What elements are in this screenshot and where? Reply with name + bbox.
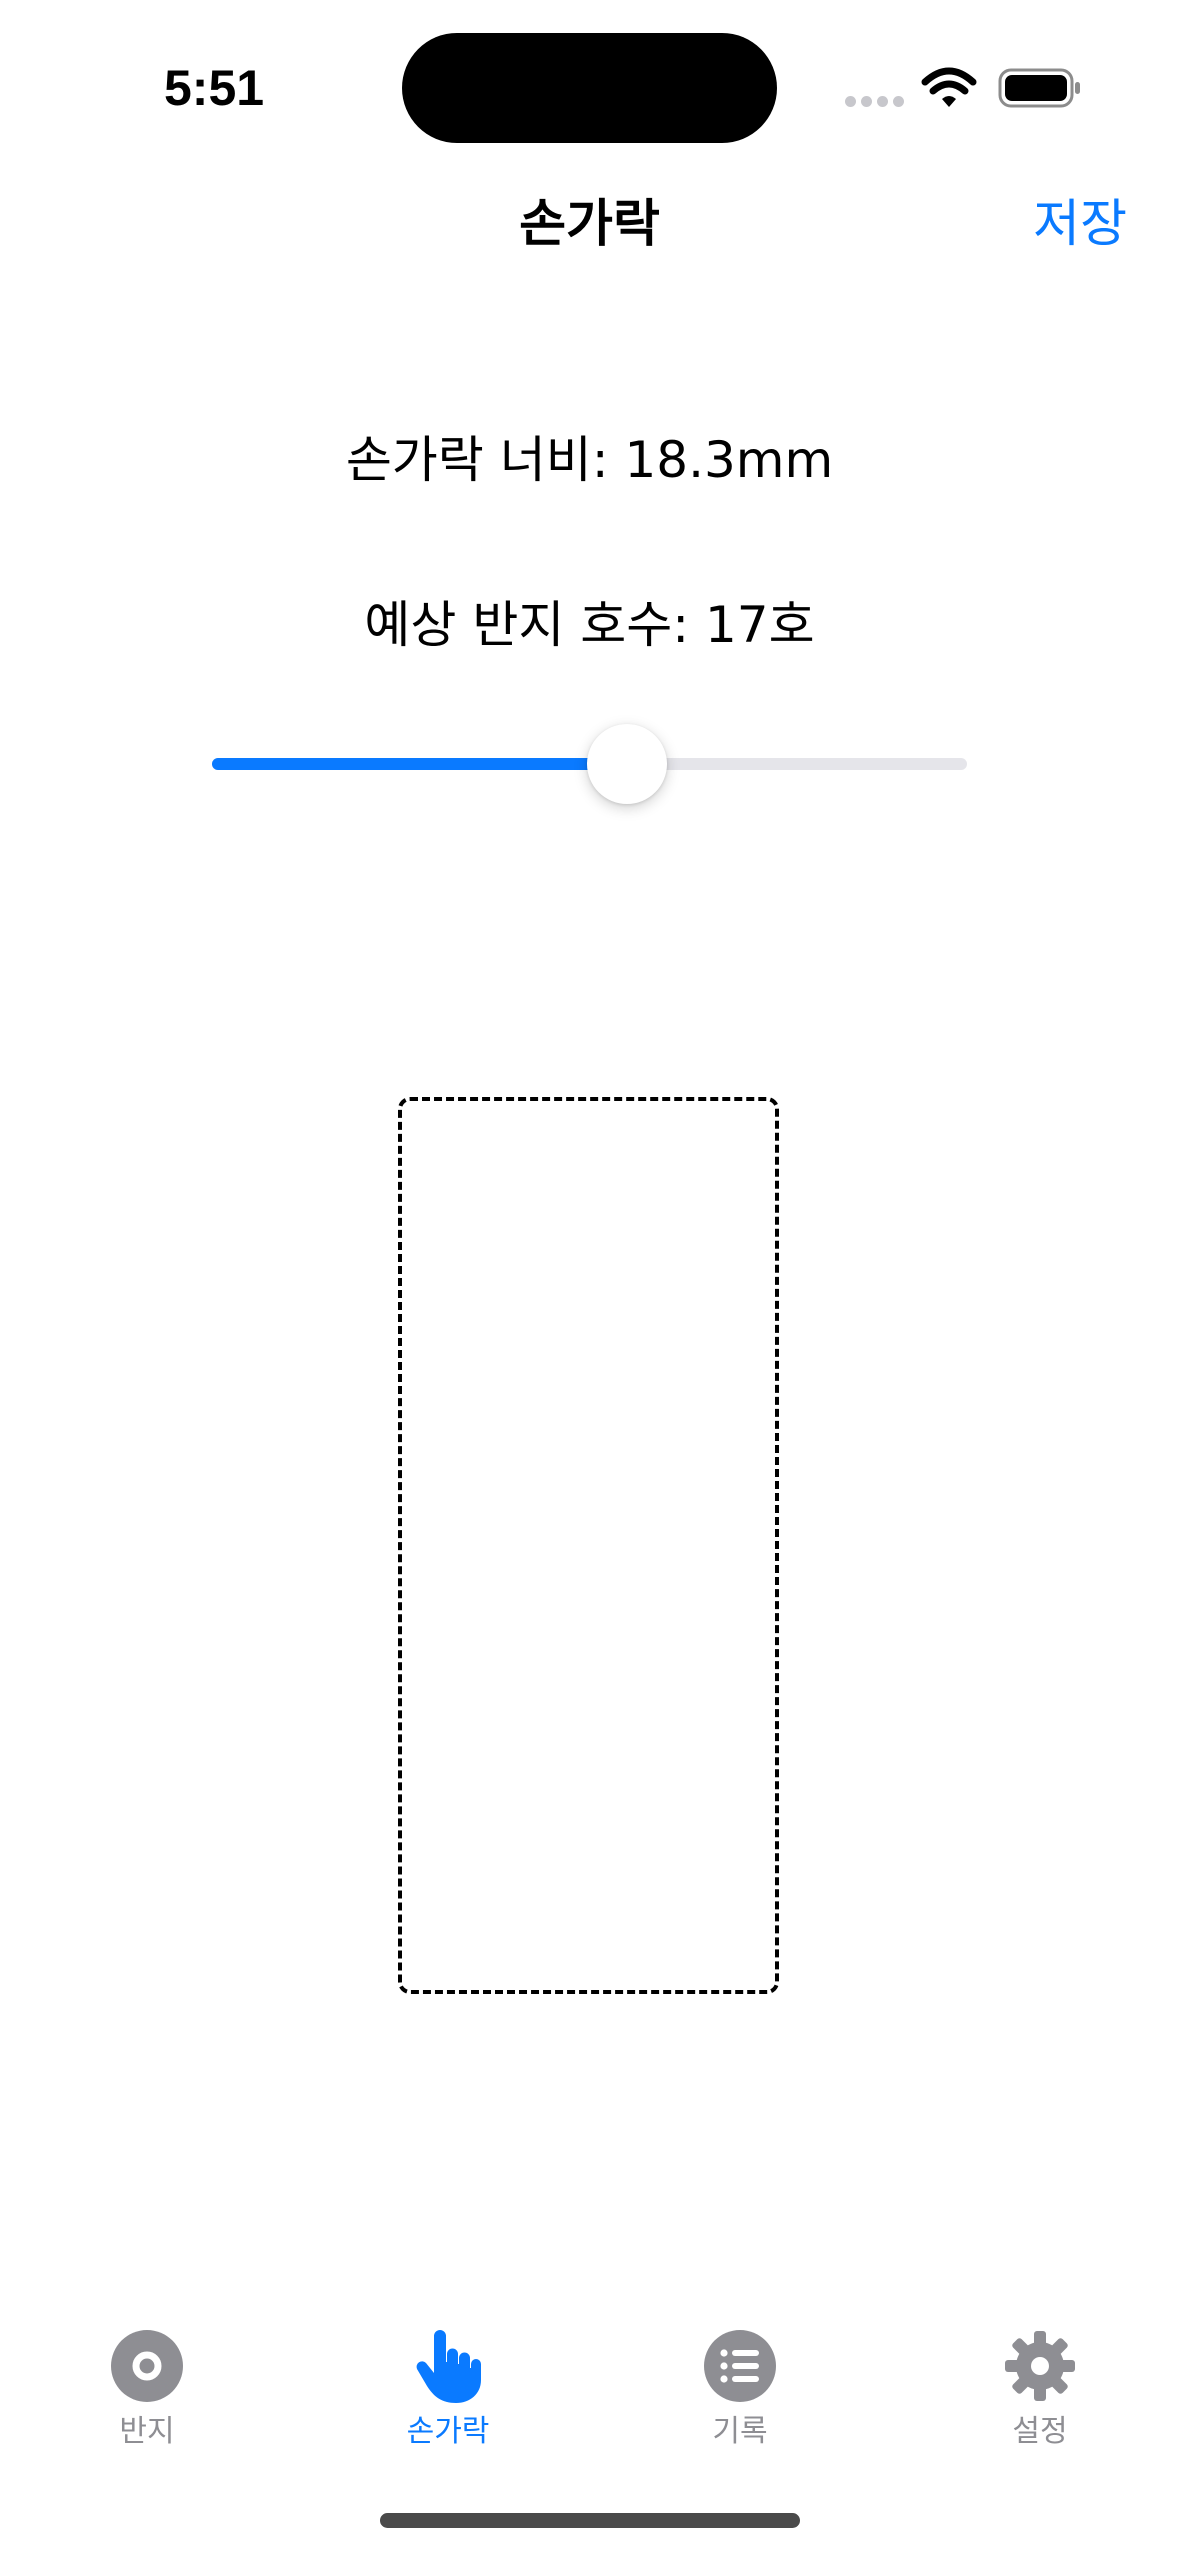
page-title: 손가락 xyxy=(519,195,660,254)
list-icon xyxy=(704,2330,776,2402)
tab-finger[interactable]: 손가락 xyxy=(328,2300,568,2460)
status-time: 5:51 xyxy=(164,60,265,116)
tab-ring[interactable]: 반지 xyxy=(27,2300,267,2460)
gear-icon xyxy=(1005,2331,1075,2401)
tab-history-label: 기록 xyxy=(712,2414,768,2449)
finger-width-slider[interactable] xyxy=(212,720,967,808)
home-indicator xyxy=(380,2513,800,2528)
slider-thumb[interactable] xyxy=(587,724,668,804)
tab-settings-label: 설정 xyxy=(1012,2414,1068,2449)
tab-settings[interactable]: 설정 xyxy=(920,2300,1160,2460)
battery-icon xyxy=(998,68,1080,108)
dynamic-island xyxy=(402,33,777,143)
wifi-icon xyxy=(921,67,977,107)
cellular-signal-icon xyxy=(845,96,905,107)
tab-finger-label: 손가락 xyxy=(406,2414,490,2449)
ring-icon xyxy=(111,2330,183,2402)
ring-size-label: 예상 반지 호수: 17호 xyxy=(364,596,815,654)
tab-ring-label: 반지 xyxy=(119,2414,175,2449)
finger-outline-guide xyxy=(398,1097,779,1994)
hand-point-icon xyxy=(416,2330,481,2403)
tab-history[interactable]: 기록 xyxy=(620,2300,860,2460)
slider-fill xyxy=(212,758,628,770)
save-button[interactable]: 저장 xyxy=(1033,190,1127,260)
tab-bar: 반지 손가락 기록 설정 xyxy=(0,2300,1179,2480)
finger-width-label: 손가락 너비: 18.3mm xyxy=(345,431,834,489)
